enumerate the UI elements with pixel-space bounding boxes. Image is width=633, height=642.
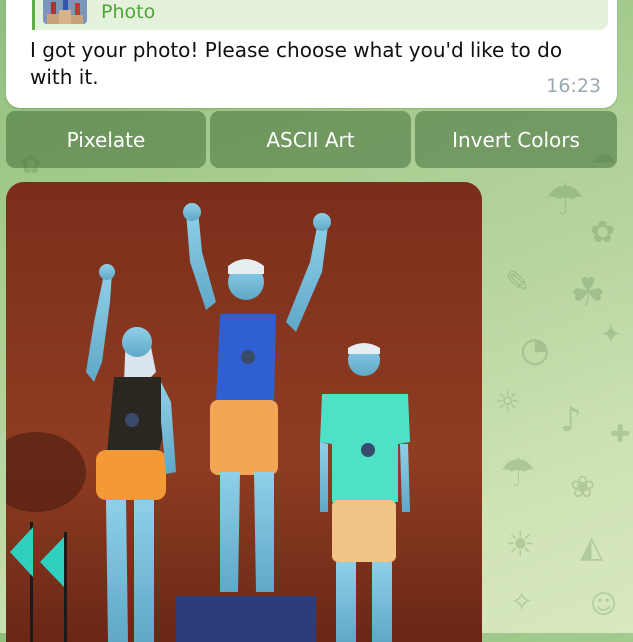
doodle-icon: ◭	[580, 530, 604, 565]
doodle-icon: ☂	[545, 175, 585, 226]
doodle-icon: ☘	[570, 270, 606, 316]
doodle-icon: ☼	[495, 385, 521, 418]
doodle-icon: ◔	[520, 330, 550, 370]
doodle-icon: ✎	[505, 265, 531, 300]
doodle-icon: ✚	[610, 420, 631, 448]
doodle-icon: ☂	[500, 450, 536, 496]
doodle-icon: ✿	[590, 215, 616, 250]
message-bubble: Photo I got your photo! Please choose wh…	[6, 0, 617, 108]
invert-colors-button[interactable]: Invert Colors	[415, 111, 617, 168]
pixelate-button[interactable]: Pixelate	[6, 111, 206, 168]
doodle-icon: ☀	[505, 525, 536, 565]
ascii-art-button[interactable]: ASCII Art	[210, 111, 411, 168]
reply-quote[interactable]: Photo	[32, 0, 608, 30]
doodle-icon: ♪	[560, 400, 582, 440]
reply-subtitle: Photo	[101, 1, 156, 23]
inline-keyboard: Pixelate ASCII Art Invert Colors	[6, 111, 617, 168]
reply-photo-thumbnail	[43, 0, 87, 24]
doodle-icon: ✧	[510, 585, 534, 618]
doodle-icon: ❀	[570, 470, 596, 505]
inverted-photo-icon	[6, 182, 482, 642]
message-text: I got your photo! Please choose what you…	[30, 38, 563, 89]
doodle-icon: ✦	[600, 320, 622, 350]
photo-message[interactable]	[6, 182, 482, 642]
message-time: 16:23	[546, 75, 601, 97]
photo-thumbnail-icon	[43, 0, 87, 24]
doodle-icon: ☺	[590, 590, 618, 620]
